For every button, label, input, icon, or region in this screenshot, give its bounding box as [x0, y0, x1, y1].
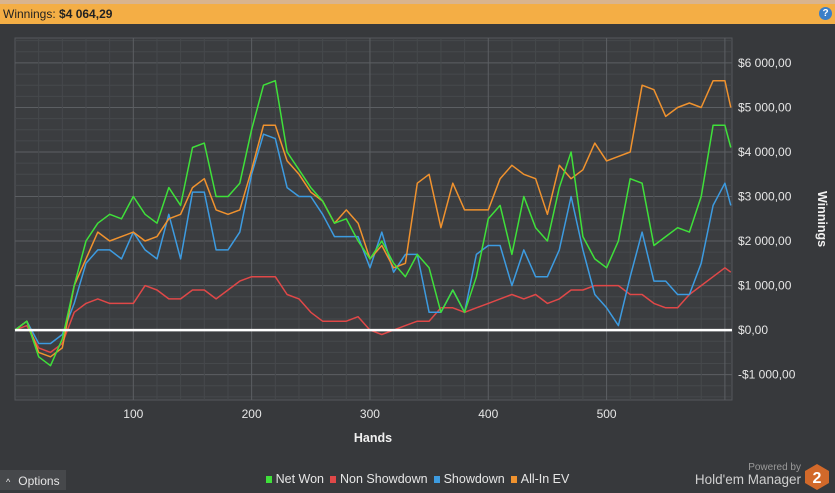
y-tick-label: $6 000,00	[738, 56, 792, 70]
legend-label: Showdown	[443, 472, 505, 486]
legend-item[interactable]: Showdown	[433, 472, 505, 486]
y-tick-label: $5 000,00	[738, 100, 792, 114]
y-tick-label: $3 000,00	[738, 190, 792, 204]
winnings-header: Winnings: $4 064,29 ?	[0, 4, 835, 24]
hm2-logo: 2	[805, 464, 829, 490]
x-tick-label: 100	[123, 407, 143, 421]
y-tick-label: $2 000,00	[738, 234, 792, 248]
product-name: Hold'em Manager	[694, 472, 801, 487]
y-axis-label: Winnings	[815, 191, 829, 247]
winnings-value: $4 064,29	[59, 7, 113, 21]
y-tick-label: $0,00	[738, 323, 768, 337]
x-tick-label: 400	[478, 407, 498, 421]
grid	[14, 37, 733, 401]
winnings-label: Winnings:	[3, 7, 56, 21]
legend-item[interactable]: Net Won	[265, 472, 325, 486]
legend-label: All-In EV	[520, 472, 570, 486]
x-tick-label: 300	[360, 407, 380, 421]
legend-swatch	[330, 476, 337, 483]
legend-label: Net Won	[275, 472, 325, 486]
x-tick-label: 500	[597, 407, 617, 421]
legend-swatch	[433, 476, 440, 483]
legend-swatch	[265, 476, 272, 483]
legend-label: Non Showdown	[340, 472, 428, 486]
y-tick-label: -$1 000,00	[738, 368, 796, 382]
legend-item[interactable]: Non Showdown	[330, 472, 428, 486]
question-icon[interactable]: ?	[819, 7, 832, 20]
legend-item[interactable]: All-In EV	[510, 472, 570, 486]
x-axis-label: Hands	[354, 431, 392, 445]
x-tick-label: 200	[242, 407, 262, 421]
winnings-chart: 100 200 300 400 500 -$1 000,00 $0,00 $1 000,00 $…	[14, 37, 829, 445]
legend-swatch	[510, 476, 517, 483]
y-tick-label: $1 000,00	[738, 279, 792, 293]
svg-text:2: 2	[813, 470, 822, 487]
y-tick-label: $4 000,00	[738, 145, 792, 159]
